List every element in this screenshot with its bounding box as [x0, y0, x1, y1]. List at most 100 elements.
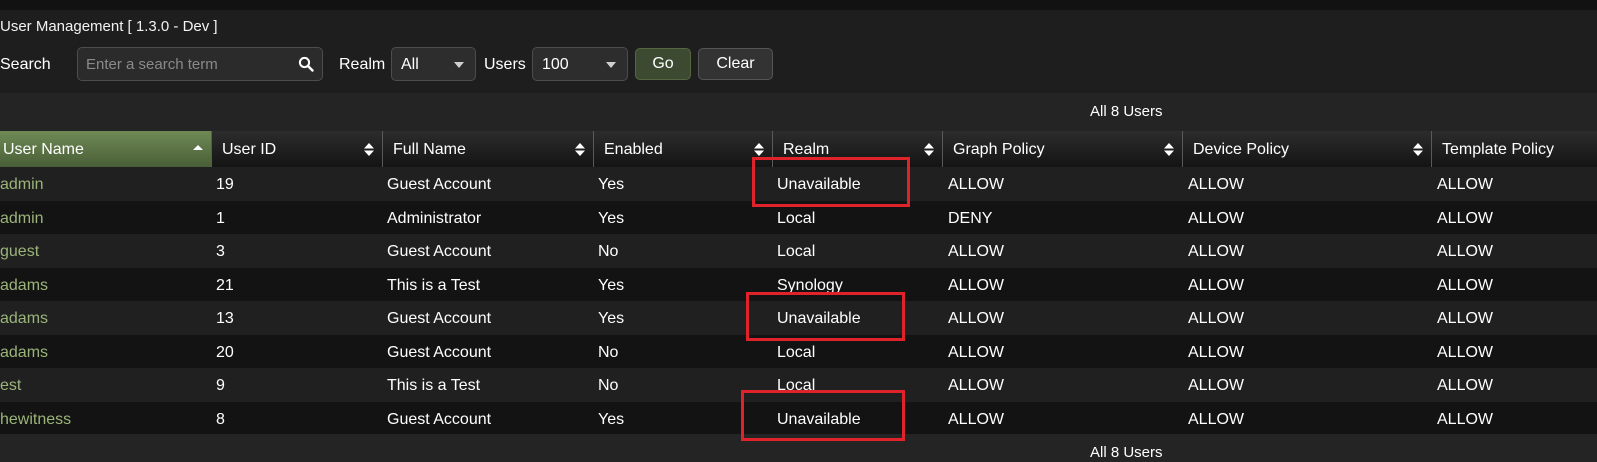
enabled-cell: No — [598, 243, 619, 260]
full-name-cell: Guest Account — [387, 243, 492, 260]
user-count-text: All 8 Users — [1090, 103, 1163, 120]
user-name-link[interactable]: hewitness — [0, 411, 71, 429]
template-policy-cell: ALLOW — [1437, 377, 1494, 394]
annotation-highlight-box — [741, 390, 905, 441]
graph-policy-cell: ALLOW — [948, 310, 1005, 327]
realm-select[interactable]: All — [391, 47, 476, 81]
full-name-cell: This is a Test — [387, 276, 481, 294]
sort-icon — [754, 143, 764, 156]
users-select-value: 100 — [542, 56, 569, 73]
column-header-label: Full Name — [393, 141, 466, 158]
full-name-cell: Guest Account — [387, 343, 492, 361]
full-name-cell: Guest Account — [387, 410, 492, 428]
template-policy-cell: ALLOW — [1437, 209, 1494, 227]
graph-policy-cell: ALLOW — [948, 243, 1005, 260]
sort-icon — [924, 143, 934, 156]
column-header-label: User Name — [3, 141, 84, 158]
template-policy-cell: ALLOW — [1437, 243, 1494, 260]
enabled-cell: Yes — [598, 176, 625, 193]
user-name-link[interactable]: adams — [0, 344, 48, 362]
template-policy-cell: ALLOW — [1437, 176, 1494, 193]
realm-label: Realm — [339, 56, 386, 73]
users-label: Users — [484, 56, 526, 73]
column-header-label: Enabled — [604, 141, 663, 158]
device-policy-cell: ALLOW — [1188, 176, 1245, 193]
column-header-user-id[interactable]: User ID — [212, 131, 383, 167]
graph-policy-cell: ALLOW — [948, 377, 1005, 394]
template-policy-cell: ALLOW — [1437, 410, 1494, 428]
device-policy-cell: ALLOW — [1188, 209, 1245, 227]
clear-button[interactable]: Clear — [698, 48, 773, 80]
column-header-label: Graph Policy — [953, 141, 1045, 158]
template-policy-cell: ALLOW — [1437, 276, 1494, 294]
graph-policy-cell: ALLOW — [948, 176, 1005, 193]
user-id-cell: 20 — [216, 343, 234, 361]
full-name-cell: Guest Account — [387, 310, 492, 327]
column-header-device-policy[interactable]: Device Policy — [1183, 131, 1432, 167]
column-header-user-name[interactable]: User Name — [0, 131, 212, 167]
user-name-link[interactable]: adams — [0, 277, 48, 295]
graph-policy-cell: DENY — [948, 209, 993, 227]
user-id-cell: 13 — [216, 310, 234, 327]
top-strip — [0, 0, 1597, 10]
enabled-cell: No — [598, 343, 619, 361]
user-id-cell: 8 — [216, 410, 225, 428]
full-name-cell: Guest Account — [387, 176, 492, 193]
user-id-cell: 19 — [216, 176, 234, 193]
template-policy-cell: ALLOW — [1437, 310, 1494, 327]
sort-icon — [1413, 143, 1423, 156]
enabled-cell: Yes — [598, 410, 625, 428]
column-header-label: User ID — [222, 141, 277, 158]
search-box[interactable] — [77, 47, 323, 81]
column-header-template-policy[interactable]: Template Policy — [1432, 131, 1597, 167]
enabled-cell: Yes — [598, 310, 625, 327]
enabled-cell: Yes — [598, 276, 625, 294]
table-row[interactable]: guest 3 Guest Account No Local ALLOW ALL… — [0, 234, 1597, 268]
user-name-link[interactable]: guest — [0, 243, 39, 261]
full-name-cell: This is a Test — [387, 377, 481, 394]
sort-icon — [1164, 143, 1174, 156]
graph-policy-cell: ALLOW — [948, 276, 1005, 294]
graph-policy-cell: ALLOW — [948, 343, 1005, 361]
user-id-cell: 9 — [216, 377, 225, 394]
user-id-cell: 21 — [216, 276, 234, 294]
column-header-enabled[interactable]: Enabled — [594, 131, 773, 167]
device-policy-cell: ALLOW — [1188, 310, 1245, 327]
device-policy-cell: ALLOW — [1188, 243, 1245, 260]
enabled-cell: Yes — [598, 209, 625, 227]
go-button[interactable]: Go — [635, 48, 691, 80]
enabled-cell: No — [598, 377, 619, 394]
user-name-link[interactable]: est — [0, 377, 21, 395]
search-input[interactable] — [78, 48, 296, 80]
sort-icon — [575, 143, 585, 156]
chevron-down-icon — [606, 62, 616, 68]
column-header-label: Template Policy — [1442, 141, 1555, 158]
full-name-cell: Administrator — [387, 209, 482, 227]
column-header-full-name[interactable]: Full Name — [383, 131, 594, 167]
user-count-text: All 8 Users — [1090, 444, 1163, 461]
device-policy-cell: ALLOW — [1188, 377, 1245, 394]
realm-cell: Local — [777, 209, 816, 227]
device-policy-cell: ALLOW — [1188, 343, 1245, 361]
user-name-link[interactable]: adams — [0, 310, 48, 328]
annotation-highlight-box — [752, 157, 910, 207]
annotation-highlight-box — [746, 292, 905, 341]
users-per-page-select[interactable]: 100 — [532, 47, 628, 81]
user-count-bar-top: All 8 Users — [0, 93, 1597, 131]
sort-icon — [364, 143, 374, 156]
column-header-label: Device Policy — [1193, 141, 1290, 158]
template-policy-cell: ALLOW — [1437, 343, 1494, 361]
user-name-link[interactable]: admin — [0, 176, 44, 194]
user-id-cell: 3 — [216, 243, 225, 260]
filter-toolbar: Search Realm All Users 100 Go Clear — [0, 47, 1597, 83]
user-name-link[interactable]: admin — [0, 210, 44, 228]
page-title: User Management [ 1.3.0 - Dev ] — [0, 18, 218, 35]
user-id-cell: 1 — [216, 209, 225, 227]
column-header-graph-policy[interactable]: Graph Policy — [943, 131, 1183, 167]
graph-policy-cell: ALLOW — [948, 410, 1005, 428]
realm-cell: Local — [777, 343, 816, 361]
search-icon[interactable] — [298, 56, 314, 72]
search-label: Search — [0, 56, 51, 73]
device-policy-cell: ALLOW — [1188, 410, 1245, 428]
sort-ascending-icon — [193, 145, 203, 150]
